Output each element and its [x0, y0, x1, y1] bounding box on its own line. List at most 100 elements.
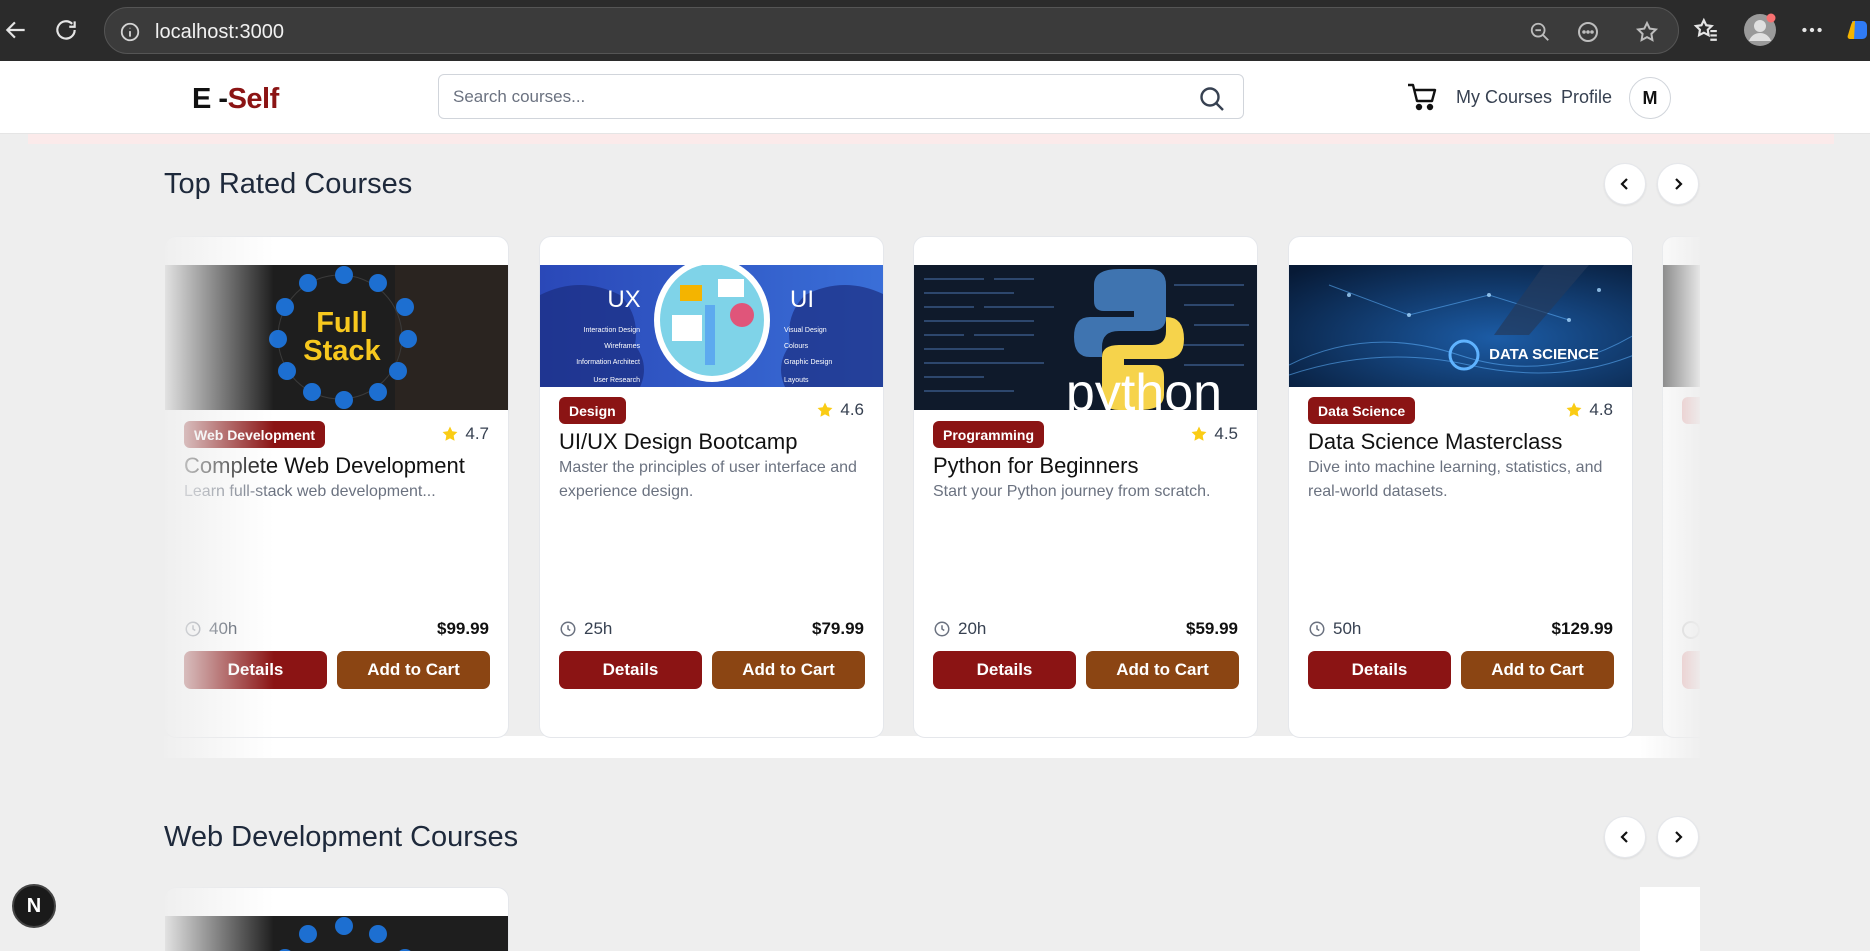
- course-description: Learn full-stack web development...: [184, 483, 436, 500]
- duration-value: 25h: [584, 619, 613, 638]
- course-card[interactable]: python Programming 4.5 Python for Beginn…: [913, 236, 1258, 738]
- rating-value: 4.7: [465, 424, 489, 443]
- refresh-icon[interactable]: [50, 14, 82, 46]
- course-title: Complete Web Development: [184, 453, 465, 478]
- star-icon: [1566, 402, 1582, 417]
- category-badge: Web Development: [184, 421, 326, 448]
- course-price: $99.99: [437, 619, 489, 638]
- course-description: Master the principles of user interface …: [559, 459, 857, 500]
- details-button[interactable]: Details: [1308, 651, 1451, 689]
- carousel-next-button[interactable]: [1657, 163, 1699, 205]
- duration: 25h: [559, 619, 612, 639]
- add-to-cart-button[interactable]: Add to Cart: [1461, 651, 1614, 689]
- thumbnail-text-data-science: DATA SCIENCE: [1489, 346, 1599, 363]
- rating: 4.5: [1190, 424, 1238, 444]
- category-badge: Programming: [933, 421, 1045, 448]
- more-options-icon[interactable]: [1575, 19, 1601, 45]
- details-button[interactable]: Details: [184, 651, 327, 689]
- course-description: Dive into machine learning, statistics, …: [1308, 459, 1603, 500]
- course-price: $129.99: [1551, 619, 1613, 638]
- details-button-partial[interactable]: [1682, 651, 1700, 689]
- duration: 20h: [933, 619, 986, 639]
- logo[interactable]: E -Self: [192, 83, 279, 116]
- settings-more-icon[interactable]: [1796, 14, 1828, 46]
- add-to-cart-button[interactable]: Add to Cart: [1086, 651, 1239, 689]
- course-card[interactable]: DATA SCIENCE Data Science 4.8 Data Scien…: [1288, 236, 1633, 738]
- rating: 4.8: [1565, 400, 1613, 420]
- course-thumbnail: [165, 916, 508, 951]
- thumbnail-text-stack: Stack: [303, 335, 381, 367]
- zoom-out-icon[interactable]: [1527, 19, 1553, 45]
- star-icon: [817, 402, 833, 417]
- rating-value: 4.5: [1214, 424, 1238, 443]
- browser-toolbar: localhost:3000: [0, 0, 1870, 61]
- category-badge: Data Science: [1308, 397, 1416, 424]
- category-badge: Design: [559, 397, 626, 424]
- course-title: Python for Beginners: [933, 453, 1139, 478]
- copilot-icon[interactable]: [1846, 14, 1870, 46]
- course-thumbnail: python: [914, 265, 1257, 410]
- back-icon[interactable]: [0, 14, 32, 46]
- thumbnail-label: Graphic Design: [784, 359, 832, 366]
- course-card[interactable]: [164, 887, 509, 951]
- course-carousel-top-rated: Full Stack Web Development 4.7 Complete …: [164, 232, 1700, 760]
- url-text[interactable]: localhost:3000: [155, 21, 284, 44]
- search-icon[interactable]: [1199, 86, 1225, 112]
- rating-value: 4.6: [840, 400, 864, 419]
- course-price: $59.99: [1186, 619, 1238, 638]
- avatar[interactable]: M: [1629, 77, 1671, 119]
- profile-avatar-icon[interactable]: [1742, 12, 1778, 48]
- carousel-prev-button[interactable]: [1604, 816, 1646, 858]
- course-thumbnail: [1663, 265, 1700, 387]
- carousel-backdrop: [1640, 887, 1700, 951]
- clock-icon: [185, 621, 201, 637]
- section-title-top-rated: Top Rated Courses: [164, 168, 413, 200]
- thumbnail-label: Layouts: [784, 377, 809, 384]
- add-to-cart-button[interactable]: Add to Cart: [712, 651, 865, 689]
- favorites-icon[interactable]: [1690, 14, 1722, 46]
- thumbnail-label: Information Architect: [576, 359, 640, 366]
- duration: 40h: [184, 619, 237, 639]
- search-box: [438, 74, 1244, 119]
- logo-accent: Self: [227, 83, 280, 115]
- thumbnail-text-python: python: [1066, 364, 1222, 410]
- course-card[interactable]: Full Stack Web Development 4.7 Complete …: [164, 236, 509, 738]
- clock-icon: [934, 621, 950, 637]
- section-title-web-dev: Web Development Courses: [164, 821, 519, 853]
- favorite-star-icon[interactable]: [1634, 19, 1660, 45]
- course-card[interactable]: UX UI Interaction Design Wireframes Info…: [539, 236, 884, 738]
- details-button[interactable]: Details: [933, 651, 1076, 689]
- course-title: UI/UX Design Bootcamp: [559, 429, 798, 454]
- cart-icon[interactable]: [1406, 81, 1438, 113]
- thumbnail-text-ux: UX: [607, 286, 640, 313]
- star-icon: [442, 426, 458, 441]
- thumbnail-label: Interaction Design: [584, 327, 641, 334]
- duration-value: 20h: [958, 619, 987, 638]
- course-card-partial[interactable]: [1662, 236, 1700, 738]
- nav-profile[interactable]: Profile: [1561, 87, 1612, 108]
- header-divider: [28, 134, 1834, 144]
- search-input[interactable]: [453, 75, 1153, 118]
- course-title: Data Science Masterclass: [1308, 429, 1563, 454]
- category-badge-partial: [1682, 397, 1700, 424]
- details-button[interactable]: Details: [559, 651, 702, 689]
- course-price: $79.99: [812, 619, 864, 638]
- logo-prefix: E -: [192, 83, 228, 115]
- add-to-cart-button[interactable]: Add to Cart: [337, 651, 490, 689]
- carousel-next-button[interactable]: [1657, 816, 1699, 858]
- carousel-base: [164, 736, 1700, 758]
- carousel-prev-button[interactable]: [1604, 163, 1646, 205]
- thumbnail-label: User Research: [593, 377, 640, 384]
- clock-icon: [1309, 621, 1325, 637]
- info-icon[interactable]: [117, 19, 143, 45]
- nav-my-courses[interactable]: My Courses: [1456, 87, 1552, 108]
- thumbnail-text-ui: UI: [790, 286, 814, 313]
- address-bar[interactable]: localhost:3000: [104, 7, 1679, 54]
- thumbnail-label: Wireframes: [604, 343, 640, 350]
- course-thumbnail: DATA SCIENCE: [1289, 265, 1632, 387]
- dev-tools-badge[interactable]: N: [12, 884, 56, 928]
- thumbnail-label: Visual Design: [784, 327, 827, 334]
- course-carousel-web-dev: [164, 887, 1700, 951]
- rating: 4.7: [441, 424, 489, 444]
- clock-icon: [560, 621, 576, 637]
